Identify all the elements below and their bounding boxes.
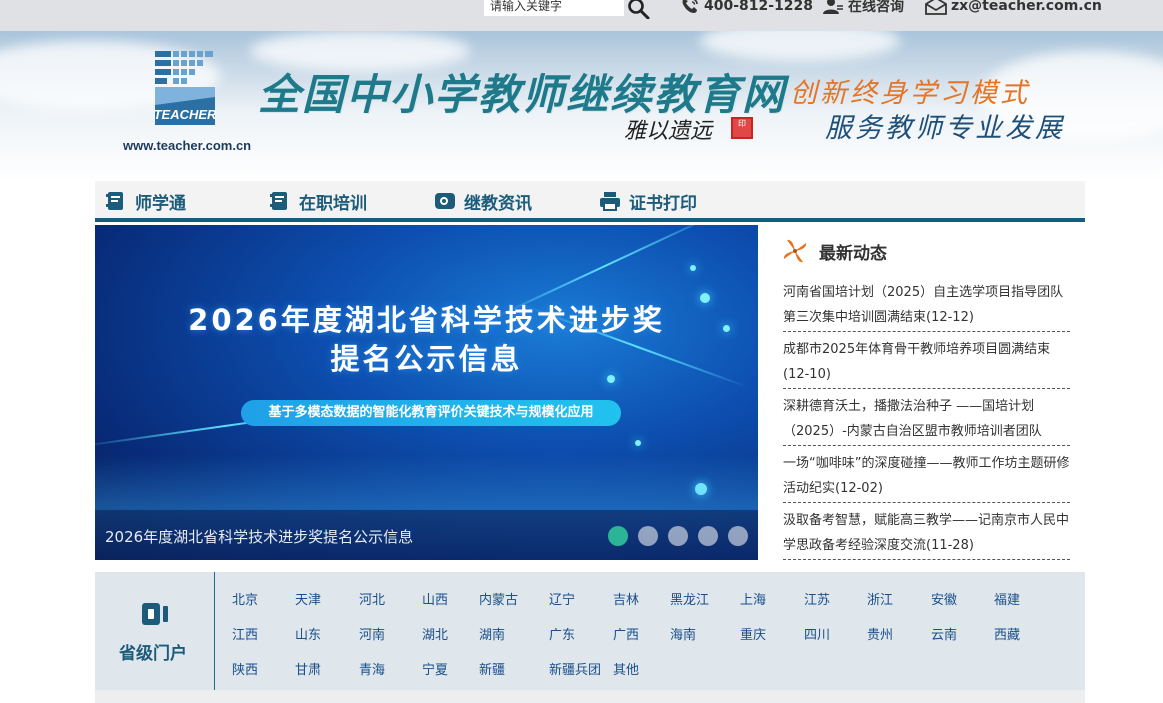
footer-strip [95,690,1085,703]
phone-contact: 400-812-1228 [680,0,813,16]
calligraphy-signature: 雅以遗远 [624,119,713,144]
province-link[interactable]: 内蒙古 [479,589,518,608]
slogan-line-2: 服务教师专业发展 [825,113,1065,144]
province-link[interactable]: 广西 [613,624,639,643]
site-logo[interactable]: TEACHER [153,49,217,131]
province-link[interactable]: 新疆兵团 [549,659,601,678]
province-link[interactable]: 上海 [740,589,766,608]
slide-title-line-1: 2026年度湖北省科学技术进步奖 [188,303,665,337]
slide-caption-bar: 2026年度湖北省科学技术进步奖提名公示信息 [95,510,758,560]
phone-icon [682,0,698,13]
email-contact[interactable]: zx@teacher.com.cn [925,0,1102,16]
province-link[interactable]: 山东 [295,624,321,643]
province-link[interactable]: 宁夏 [422,659,448,678]
nav-item-shixuetong[interactable]: 师学通 [105,189,186,214]
logo-text: TEACHER [154,107,217,122]
slogan-line-1: 创新终身学习模式 [790,78,1030,109]
nav-item-zaizhi-peixun[interactable]: 在职培训 [269,189,367,214]
news-item[interactable]: 河南省国培计划（2025）自主选学项目指导团队第三次集中培训圆满结束(12-12… [783,281,1070,332]
slide-pager-dot-4[interactable] [698,526,718,546]
news-header: 最新动态 [781,237,887,265]
province-link[interactable]: 山西 [422,589,448,608]
nav-item-zhengshu-dayin[interactable]: 证书打印 [599,189,697,214]
printer-icon [600,192,620,211]
province-link[interactable]: 吉林 [613,589,639,608]
province-link[interactable]: 福建 [994,589,1020,608]
online-consult-label: 在线咨询 [848,0,904,15]
province-link[interactable]: 浙江 [867,589,893,608]
province-link[interactable]: 甘肃 [295,659,321,678]
province-link[interactable]: 天津 [295,589,321,608]
book-icon [270,192,287,210]
email-address: zx@teacher.com.cn [951,0,1102,14]
province-link[interactable]: 新疆 [479,659,505,678]
province-link[interactable]: 云南 [931,624,957,643]
main-nav: 师学通 在职培训 继教资讯 证书打印 [95,181,1085,222]
nav-item-jijiao-zixun[interactable]: 继教资讯 [434,189,532,214]
province-link[interactable]: 西藏 [994,624,1020,643]
province-link[interactable]: 河南 [359,624,385,643]
mail-icon [925,0,947,15]
decor-dot [690,265,696,271]
red-seal-stamp: 印 [731,117,753,139]
province-link[interactable]: 贵州 [867,624,893,643]
province-link[interactable]: 江西 [232,624,258,643]
logo-url: www.teacher.com.cn [123,138,252,153]
province-link[interactable]: 其他 [613,659,639,678]
province-link[interactable]: 江苏 [804,589,830,608]
user-icon [823,0,843,14]
province-link[interactable]: 广东 [549,624,575,643]
top-bar: 400-812-1228 在线咨询 zx@teacher.com.cn [0,0,1163,31]
province-link[interactable]: 北京 [232,589,258,608]
province-link[interactable]: 海南 [670,624,696,643]
slide-subtitle-pill: 基于多模态数据的智能化教育评价关键技术与规模化应用 [241,400,621,426]
slide-pager-dot-3[interactable] [668,526,688,546]
slide-title-line-2: 提名公示信息 [330,342,523,376]
book-icon [106,192,123,210]
province-link[interactable]: 湖北 [422,624,448,643]
news-item[interactable]: 成都市2025年体育骨干教师培养项目圆满结束(12-10) [783,338,1070,389]
province-link[interactable]: 河北 [359,589,385,608]
province-link[interactable]: 陕西 [232,659,258,678]
slide-pager-dot-1[interactable] [608,526,628,546]
provincial-portals: 省级门户 北京 天津 河北 山西 内蒙古 辽宁 吉林 黑龙江 上海 江苏 浙江 安徽 福建江西 山东 河南 湖… [95,572,1085,690]
cloud-decoration [700,31,900,61]
provincial-portals-label: 省级门户 [119,644,187,664]
online-consult-link[interactable]: 在线咨询 [822,0,904,16]
news-item[interactable]: 一场“咖啡味”的深度碰撞——教师工作坊主题研修活动纪实(12-02) [783,452,1070,503]
nav-label: 在职培训 [299,193,367,214]
banner-slider[interactable]: 2026年度湖北省科学技术进步奖 提名公示信息 基于多模态数据的智能化教育评价关… [95,225,758,560]
news-title: 最新动态 [819,243,887,264]
province-link[interactable]: 湖南 [479,624,505,643]
province-link[interactable]: 重庆 [740,624,766,643]
portal-icon [142,603,168,625]
pinwheel-icon [783,239,807,263]
nav-label: 继教资讯 [464,193,532,214]
slide-caption[interactable]: 2026年度湖北省科学技术进步奖提名公示信息 [105,526,413,547]
site-header: TEACHER www.teacher.com.cn 全国中小学教师继续教育网 … [0,31,1163,181]
province-link[interactable]: 辽宁 [549,589,575,608]
decor-dot [635,440,641,446]
latest-news-panel: 最新动态 河南省国培计划（2025）自主选学项目指导团队第三次集中培训圆满结束(… [773,225,1085,560]
search-icon [628,0,650,20]
nav-label: 证书打印 [629,193,697,214]
province-link[interactable]: 安徽 [931,589,957,608]
news-item[interactable]: 汲取备考智慧，赋能高三教学——记南京市人民中学思政备考经验深度交流(11-28) [783,509,1070,560]
search-input[interactable] [484,0,624,16]
provincial-portals-header: 省级门户 [95,572,215,690]
slide-pager-dot-2[interactable] [638,526,658,546]
province-link[interactable]: 青海 [359,659,385,678]
news-icon [435,193,455,209]
nav-label: 师学通 [135,193,186,214]
search-button[interactable] [627,0,651,20]
phone-number: 400-812-1228 [704,0,814,14]
province-link[interactable]: 四川 [804,624,830,643]
news-item[interactable]: 深耕德育沃土，播撒法治种子 ——国培计划（2025）-内蒙古自治区盟市教师培训者… [783,395,1070,446]
slide-pager-dot-5[interactable] [728,526,748,546]
province-link[interactable]: 黑龙江 [670,589,709,608]
